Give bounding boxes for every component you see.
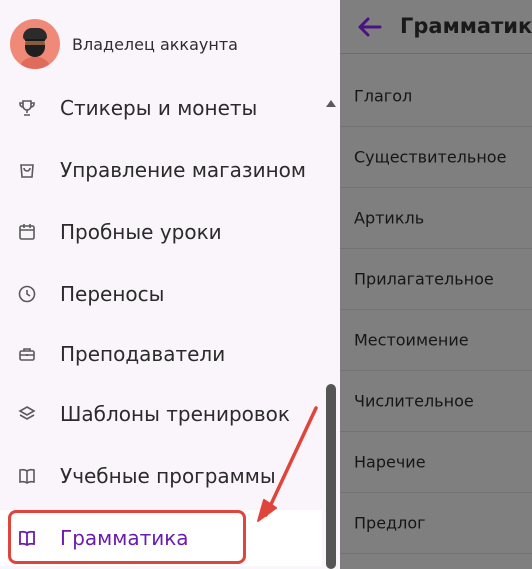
sidebar-item-teachers[interactable]: Преподаватели: [0, 326, 322, 382]
arrow-left-icon[interactable]: [356, 14, 384, 40]
list-item-label: Местоимение: [354, 330, 469, 350]
trophy-icon: [16, 97, 38, 119]
list-item-label: Артикль: [354, 208, 425, 228]
sidebar-item-grammar[interactable]: Грамматика: [0, 510, 322, 566]
list-item[interactable]: Существительное: [340, 127, 532, 188]
list-item[interactable]: Артикль: [340, 188, 532, 249]
sidebar-nav: Стикеры и монеты Управление магазином Пр…: [0, 80, 322, 569]
list-item-label: Глагол: [354, 86, 413, 106]
sidebar-item-label: Учебные программы: [60, 464, 276, 488]
sidebar-item-stickers[interactable]: Стикеры и монеты: [0, 80, 322, 136]
clock-icon: [16, 283, 38, 305]
book-icon: [16, 527, 38, 549]
list-item[interactable]: Прилагательное: [340, 249, 532, 310]
grammar-panel: Грамматика Глагол Существительное Артикл…: [340, 0, 532, 569]
avatar[interactable]: [10, 19, 60, 69]
sidebar: Владелец аккаунта Стикеры и монеты Управ…: [0, 0, 340, 569]
sidebar-scrollbar[interactable]: [322, 96, 340, 569]
briefcase-icon: [16, 343, 38, 365]
calendar-icon: [16, 221, 38, 243]
account-header[interactable]: Владелец аккаунта: [0, 0, 340, 88]
layers-icon: [16, 403, 38, 425]
sidebar-item-training-templates[interactable]: Шаблоны тренировок: [0, 386, 322, 442]
sidebar-item-label: Преподаватели: [60, 342, 226, 366]
sidebar-item-curricula[interactable]: Учебные программы: [0, 448, 322, 504]
list-item-label: Наречие: [354, 452, 426, 472]
shopping-bag-icon: [16, 159, 38, 181]
list-item-label: Существительное: [354, 147, 507, 167]
book-icon: [16, 465, 38, 487]
panel-title: Грамматика: [400, 14, 532, 38]
account-name: Владелец аккаунта: [72, 34, 238, 54]
scroll-thumb[interactable]: [326, 384, 336, 569]
sidebar-item-reschedules[interactable]: Переносы: [0, 266, 322, 322]
sidebar-item-label: Пробные уроки: [60, 220, 222, 244]
sidebar-item-label: Грамматика: [60, 526, 189, 550]
sidebar-item-shop-management[interactable]: Управление магазином: [0, 142, 322, 198]
list-item[interactable]: Местоимение: [340, 310, 532, 371]
sidebar-item-label: Шаблоны тренировок: [60, 402, 290, 426]
sidebar-item-trial-lessons[interactable]: Пробные уроки: [0, 204, 322, 260]
sidebar-item-label: Управление магазином: [60, 158, 306, 182]
list-item[interactable]: Предлог: [340, 493, 532, 554]
list-item[interactable]: Глагол: [340, 66, 532, 127]
list-item[interactable]: Числительное: [340, 371, 532, 432]
scroll-up-icon[interactable]: [326, 100, 336, 107]
sidebar-item-label: Стикеры и монеты: [60, 96, 258, 120]
list-item-label: Прилагательное: [354, 269, 494, 289]
panel-header: Грамматика: [340, 0, 532, 54]
list-item-label: Числительное: [354, 391, 474, 411]
list-item[interactable]: Наречие: [340, 432, 532, 493]
list-item-label: Предлог: [354, 513, 426, 533]
sidebar-item-label: Переносы: [60, 282, 165, 306]
